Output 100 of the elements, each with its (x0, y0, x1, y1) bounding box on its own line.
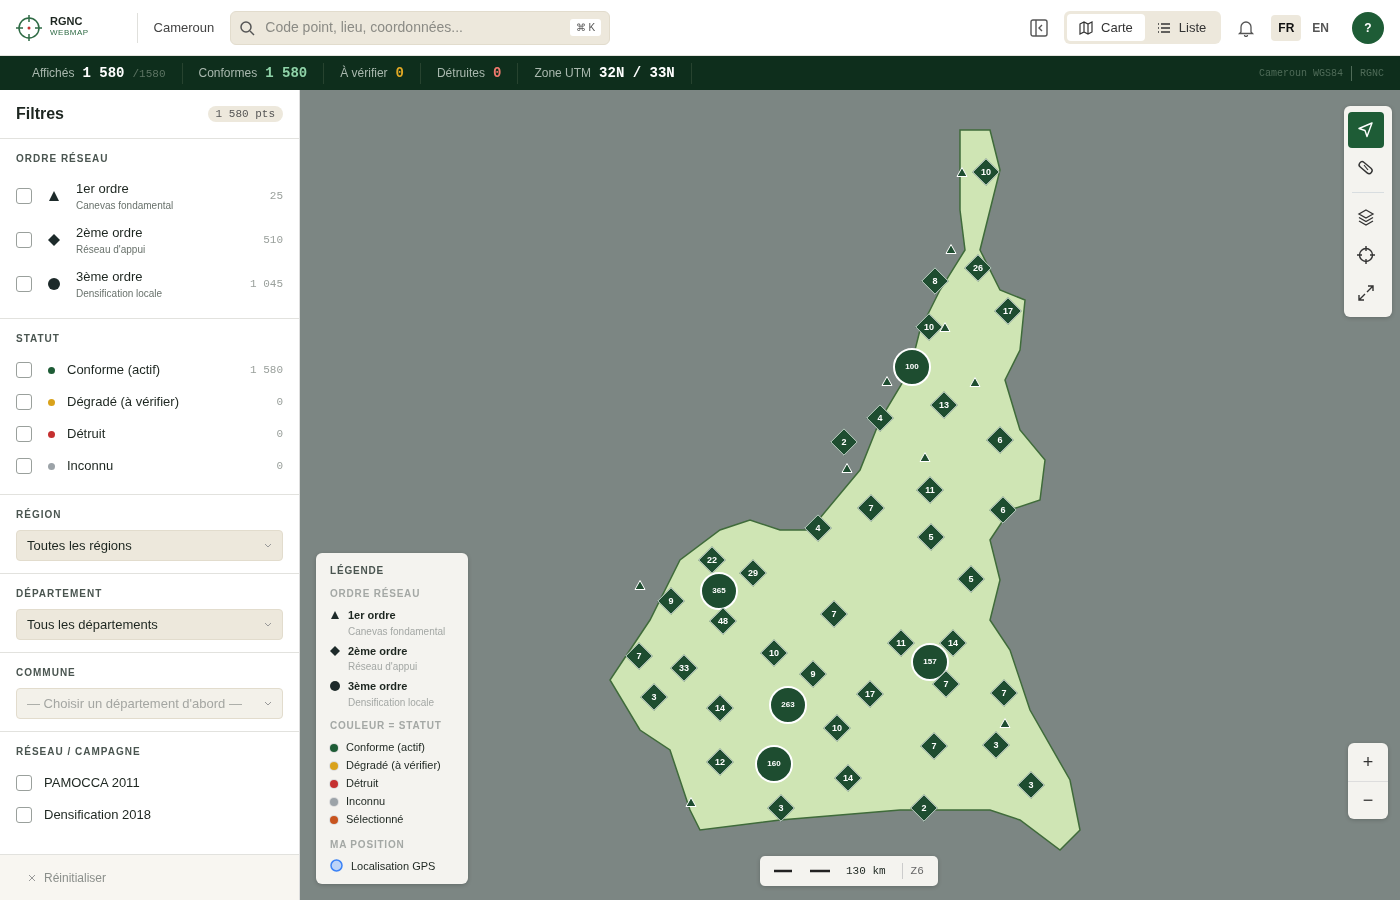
legend-label: 1er ordre (348, 608, 397, 623)
language-button[interactable]: FR (1271, 14, 1302, 41)
legend-label: Inconnu (346, 794, 386, 810)
filter-count: 1 045 (250, 276, 283, 292)
filter-label: Détruit (67, 425, 106, 444)
stat-value: 1 580 (82, 63, 125, 83)
layers-icon (1356, 207, 1376, 227)
chevron-down-icon (264, 622, 272, 627)
triangle-icon (48, 190, 60, 202)
stat-value: 32N / 33N (599, 63, 675, 83)
zoom-out-button[interactable]: − (1348, 781, 1388, 819)
legend-label: Dégradé (à vérifier) (346, 758, 441, 774)
filter-subtitle: Canevas fondamental (76, 199, 174, 214)
cluster-marker[interactable]: 100 (893, 348, 931, 386)
legend-label: 2ème ordre (348, 643, 409, 659)
section-title: STATUT (16, 332, 61, 346)
bell-icon[interactable] (1237, 18, 1256, 37)
gps-location-icon (330, 859, 343, 873)
logo-title: RGNC (50, 16, 84, 27)
legend-subtitle: Réseau d'appui (348, 660, 418, 674)
legend-title: LÉGENDE (330, 563, 385, 578)
sidebar-toggle-icon[interactable] (1030, 18, 1049, 37)
country-label: Cameroun (153, 18, 215, 37)
checkbox[interactable] (16, 807, 32, 823)
legend-subtitle: Canevas fondamental (348, 624, 446, 639)
section-title: RÉGION (16, 507, 63, 522)
filter-count: 0 (276, 458, 283, 474)
map-icon (1079, 20, 1094, 35)
filter-label: Conforme (actif) (67, 361, 161, 380)
triangle-marker-icon[interactable] (919, 451, 931, 463)
triangle-marker-icon[interactable] (685, 796, 697, 808)
crosshair-icon (1356, 245, 1376, 265)
select-field[interactable]: Tous les départements (16, 609, 283, 640)
scale-line-icon (774, 869, 830, 873)
triangle-marker-icon[interactable] (939, 321, 951, 333)
filter-count: 0 (276, 426, 283, 442)
triangle-marker-icon[interactable] (945, 243, 957, 255)
filter-label: PAMOCCA 2011 (44, 774, 140, 793)
checkbox[interactable] (16, 232, 32, 248)
triangle-marker-icon[interactable] (841, 462, 853, 474)
view-tab[interactable]: Carte (1067, 13, 1145, 42)
dot-icon (48, 278, 60, 290)
footer-info: RGNC (1360, 66, 1384, 81)
zoom-in-button[interactable]: + (1348, 743, 1388, 781)
crosshair-logo-icon (16, 14, 42, 41)
legend-label: Conforme (actif) (346, 740, 425, 756)
legend-section-title: MA POSITION (330, 837, 406, 852)
stat-total: /1580 (132, 66, 166, 82)
legend-section-title: COULEUR = STATUT (330, 718, 443, 733)
help-button[interactable]: ? (1352, 11, 1384, 44)
dot-icon (330, 681, 340, 691)
search-bar[interactable]: Code point, lieu, coordonnées... ⌘ K (230, 10, 611, 45)
stat-label: Zone UTM (534, 64, 592, 82)
section-title: ORDRE RÉSEAU (16, 151, 110, 166)
keyboard-shortcut: ⌘ K (569, 19, 602, 36)
triangle-marker-icon[interactable] (634, 579, 646, 591)
triangle-icon (330, 610, 340, 620)
expand-icon (1356, 283, 1376, 303)
checkbox[interactable] (16, 188, 32, 204)
section-title: COMMUNE (16, 666, 77, 680)
legend-subtitle: Densification locale (348, 695, 435, 710)
checkbox[interactable] (16, 775, 32, 791)
language-button[interactable]: EN (1305, 14, 1336, 41)
stat-label: À vérifier (340, 64, 388, 82)
checkbox[interactable] (16, 394, 32, 410)
select-field[interactable]: Toutes les régions (16, 530, 283, 561)
view-tab[interactable]: Liste (1144, 13, 1219, 42)
checkbox[interactable] (16, 276, 32, 292)
legend-label: Sélectionné (346, 812, 404, 828)
checkbox[interactable] (16, 362, 32, 378)
scale-distance: 130 km (846, 863, 886, 879)
triangle-marker-icon[interactable] (999, 717, 1011, 729)
triangle-marker-icon[interactable] (881, 375, 893, 387)
chevron-down-icon (264, 543, 272, 548)
legend-label: 3ème ordre (348, 679, 409, 694)
filter-count: 510 (263, 232, 283, 248)
search-field[interactable]: Code point, lieu, coordonnées... (263, 16, 562, 39)
map-tool-button[interactable] (1348, 112, 1384, 148)
section-title: RÉSEAU / CAMPAGNE (16, 744, 142, 759)
triangle-marker-icon[interactable] (969, 376, 981, 388)
checkbox[interactable] (16, 426, 32, 442)
search-icon (239, 19, 256, 36)
filter-label: 2ème ordre (76, 223, 144, 242)
legend-section-title: ORDRE RÉSEAU (330, 586, 422, 601)
diamond-icon (48, 234, 60, 246)
filter-label: 1er ordre (76, 179, 130, 198)
stat-label: Affichés (32, 64, 75, 82)
legend-label: Localisation GPS (351, 858, 436, 874)
chevron-down-icon (264, 701, 272, 706)
checkbox[interactable] (16, 458, 32, 474)
filter-label: 3ème ordre (76, 267, 144, 286)
filter-subtitle: Réseau d'appui (76, 243, 146, 258)
cluster-marker[interactable]: 2 (831, 429, 857, 455)
filter-subtitle: Densification locale (76, 287, 163, 302)
stat-label: Détruites (436, 64, 485, 82)
close-icon (28, 873, 36, 882)
points-count: 1 580 pts (207, 105, 283, 123)
triangle-marker-icon[interactable] (956, 166, 968, 178)
stat-value: 0 (493, 63, 502, 83)
zoom-level: Z6 (901, 862, 924, 880)
